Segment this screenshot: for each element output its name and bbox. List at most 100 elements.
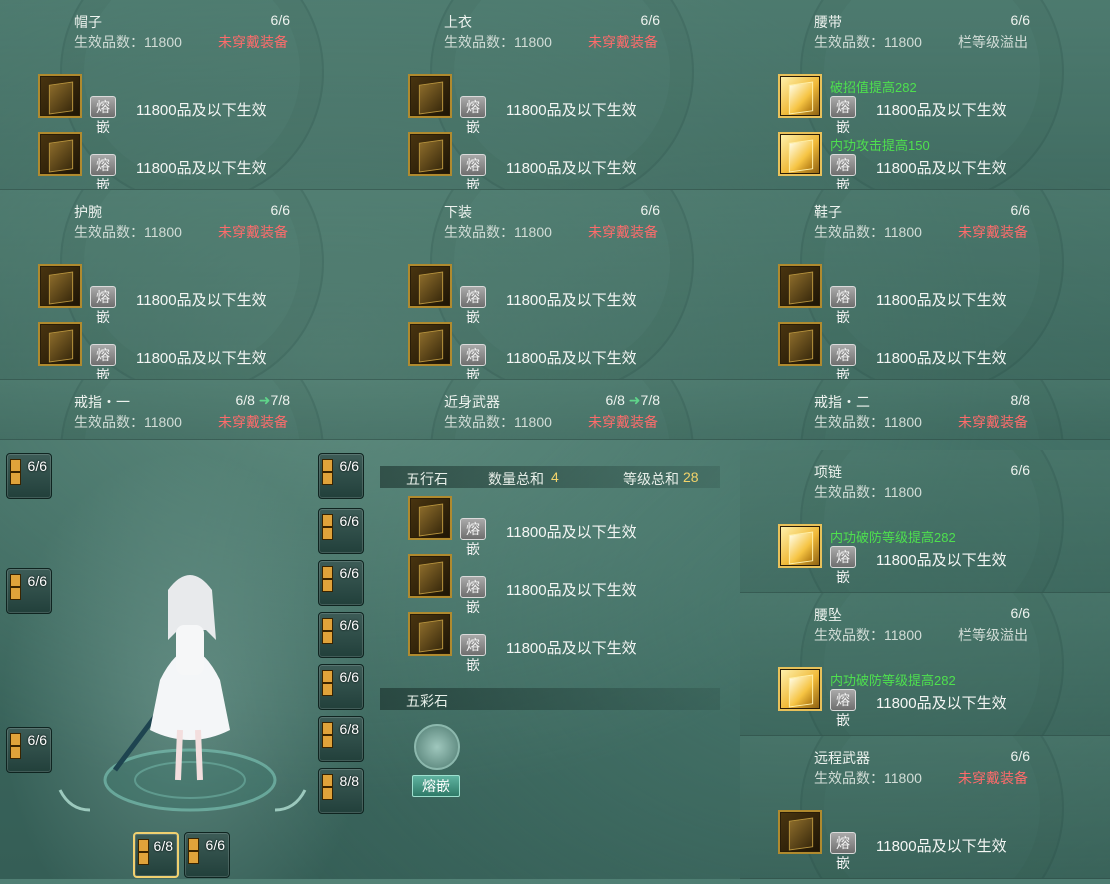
slot-count: 6/6 xyxy=(205,837,225,853)
gem-requirement-text: 11800品及以下生效 xyxy=(876,695,1007,712)
equip-slot-button[interactable]: 6/6 xyxy=(6,568,52,614)
fuse-button[interactable]: 熔嵌 xyxy=(830,689,856,728)
gem-indicator-icon xyxy=(322,527,333,540)
slot-status: 栏等级溢出 xyxy=(958,34,1028,50)
slot-count-value: 6/6 xyxy=(1010,12,1030,28)
gem-indicator-icon xyxy=(322,735,333,748)
slot-name: 上衣 xyxy=(444,14,472,30)
gem-requirement-text: 11800品及以下生效 xyxy=(506,582,637,599)
wuxing-qty-label: 数量总和 xyxy=(488,471,544,487)
gem-slot-icon[interactable] xyxy=(408,74,452,118)
fuse-button[interactable]: 熔嵌 xyxy=(460,344,486,379)
gem-slot-icon[interactable] xyxy=(408,132,452,176)
equip-panel: 近身武器 6/8 ➜7/8 生效品数：11800 未穿戴装备 xyxy=(370,380,740,440)
gem-indicator-icon xyxy=(188,851,199,864)
equip-panel: 上衣 6/6 生效品数：11800 未穿戴装备 熔嵌 11800品及以下生效 熔嵌 11800… xyxy=(370,0,740,190)
fuse-button[interactable]: 熔嵌 xyxy=(460,96,486,135)
fuse-button[interactable]: 熔嵌 xyxy=(830,344,856,379)
character-preview-area xyxy=(0,450,370,879)
gem-slot-icon[interactable] xyxy=(38,74,82,118)
gem-slot-icon[interactable] xyxy=(38,264,82,308)
slot-count: 6/6 xyxy=(1011,462,1030,478)
fuse-button[interactable]: 熔嵌 xyxy=(460,286,486,325)
equip-panel: 下装 6/6 生效品数：11800 未穿戴装备 熔嵌 11800品及以下生效 熔嵌 11800… xyxy=(370,190,740,380)
gem-stone-icon xyxy=(788,674,814,708)
slot-status: 未穿戴装备 xyxy=(958,770,1028,786)
fuse-button[interactable]: 熔嵌 xyxy=(830,154,856,189)
slot-count: 6/6 xyxy=(641,12,660,28)
fuse-button[interactable]: 熔嵌 xyxy=(460,634,486,673)
slot-status: 未穿戴装备 xyxy=(588,414,658,430)
wucai-fuse-button[interactable]: 熔嵌 xyxy=(412,775,460,797)
fuse-button[interactable]: 熔嵌 xyxy=(830,832,856,871)
equip-slot-button[interactable]: 6/6 xyxy=(318,453,364,499)
slot-count: 6/6 xyxy=(27,458,47,474)
gem-slot-icon[interactable] xyxy=(778,667,822,711)
equip-slot-button[interactable]: 6/6 xyxy=(184,832,230,878)
slot-count: 6/6 xyxy=(271,202,290,218)
gem-slot-icon[interactable] xyxy=(778,524,822,568)
effective-label: 生效品数： xyxy=(74,224,144,240)
gem-stone-icon xyxy=(48,81,74,115)
wucai-slot-icon[interactable] xyxy=(414,724,460,770)
fuse-button[interactable]: 熔嵌 xyxy=(460,576,486,615)
equip-slot-button[interactable]: 6/6 xyxy=(6,727,52,773)
gem-slot-icon[interactable] xyxy=(778,132,822,176)
gem-indicator-icon xyxy=(322,683,333,696)
gem-slot-icon[interactable] xyxy=(778,322,822,366)
gem-slot-icon[interactable] xyxy=(778,810,822,854)
gem-slot-icon[interactable] xyxy=(408,496,452,540)
gem-slot-icon[interactable] xyxy=(408,264,452,308)
effective-value: 11800 xyxy=(884,484,922,500)
slot-count-value: 6/8 xyxy=(235,392,255,408)
gem-slot-icon[interactable] xyxy=(38,132,82,176)
gem-indicator-icon xyxy=(322,618,333,631)
gem-slot-icon[interactable] xyxy=(778,264,822,308)
effective-grade: 生效品数：11800 xyxy=(814,32,922,52)
slot-name: 腰坠 xyxy=(814,607,842,623)
effective-label: 生效品数： xyxy=(814,224,884,240)
effective-grade: 生效品数：11800 xyxy=(444,222,552,242)
gem-slot-icon[interactable] xyxy=(778,74,822,118)
gem-slot-icon[interactable] xyxy=(408,322,452,366)
gem-indicator-icon xyxy=(322,459,333,472)
equip-panel: 项链 6/6 生效品数：11800 内功破防等级提高282 熔嵌 11800品及以下生效 xyxy=(740,450,1110,593)
equip-slot-button[interactable]: 6/8 xyxy=(318,716,364,762)
gem-slot-icon[interactable] xyxy=(408,612,452,656)
fuse-button[interactable]: 熔嵌 xyxy=(90,286,116,325)
effective-value: 11800 xyxy=(884,414,922,430)
fuse-button[interactable]: 熔嵌 xyxy=(460,518,486,557)
equip-slot-button[interactable]: 6/6 xyxy=(318,664,364,710)
gem-stone-icon xyxy=(788,531,814,565)
slot-count: 6/6 xyxy=(339,458,359,474)
equip-panel: 鞋子 6/6 生效品数：11800 未穿戴装备 熔嵌 11800品及以下生效 熔嵌 11800… xyxy=(740,190,1110,380)
fuse-button[interactable]: 熔嵌 xyxy=(460,154,486,189)
equip-slot-button[interactable]: 6/6 xyxy=(318,612,364,658)
equip-slot-button[interactable]: 6/6 xyxy=(318,560,364,606)
gem-slot-icon[interactable] xyxy=(38,322,82,366)
equip-panel: 远程武器 6/6 生效品数：11800 未穿戴装备 熔嵌 11800品及以下生效 xyxy=(740,736,1110,879)
equip-panel: 帽子 6/6 生效品数：11800 未穿戴装备 熔嵌 11800品及以下生效 熔嵌 11800… xyxy=(0,0,370,190)
fuse-button[interactable]: 熔嵌 xyxy=(830,286,856,325)
character-model xyxy=(58,575,307,812)
equip-slot-button[interactable]: 6/8 xyxy=(133,832,179,878)
slot-name: 戒指・一 xyxy=(74,394,130,410)
equip-slot-button[interactable]: 6/6 xyxy=(6,453,52,499)
fuse-button[interactable]: 熔嵌 xyxy=(830,96,856,135)
gem-requirement-text: 11800品及以下生效 xyxy=(136,292,267,309)
gem-indicator-icon xyxy=(10,733,21,746)
effective-grade: 生效品数：11800 xyxy=(814,482,922,502)
fuse-button[interactable]: 熔嵌 xyxy=(90,154,116,189)
fuse-button[interactable]: 熔嵌 xyxy=(90,96,116,135)
equip-slot-button[interactable]: 6/6 xyxy=(318,508,364,554)
slot-name: 戒指・二 xyxy=(814,394,870,410)
fuse-button[interactable]: 熔嵌 xyxy=(90,344,116,379)
fuse-button[interactable]: 熔嵌 xyxy=(830,546,856,585)
equip-slot-button[interactable]: 8/8 xyxy=(318,768,364,814)
gem-requirement-text: 11800品及以下生效 xyxy=(506,160,637,177)
gem-stone-icon xyxy=(48,329,74,363)
effective-grade: 生效品数：11800 xyxy=(814,222,922,242)
effective-grade: 生效品数：11800 xyxy=(74,32,182,52)
slot-count: 6/8 xyxy=(339,721,359,737)
gem-slot-icon[interactable] xyxy=(408,554,452,598)
